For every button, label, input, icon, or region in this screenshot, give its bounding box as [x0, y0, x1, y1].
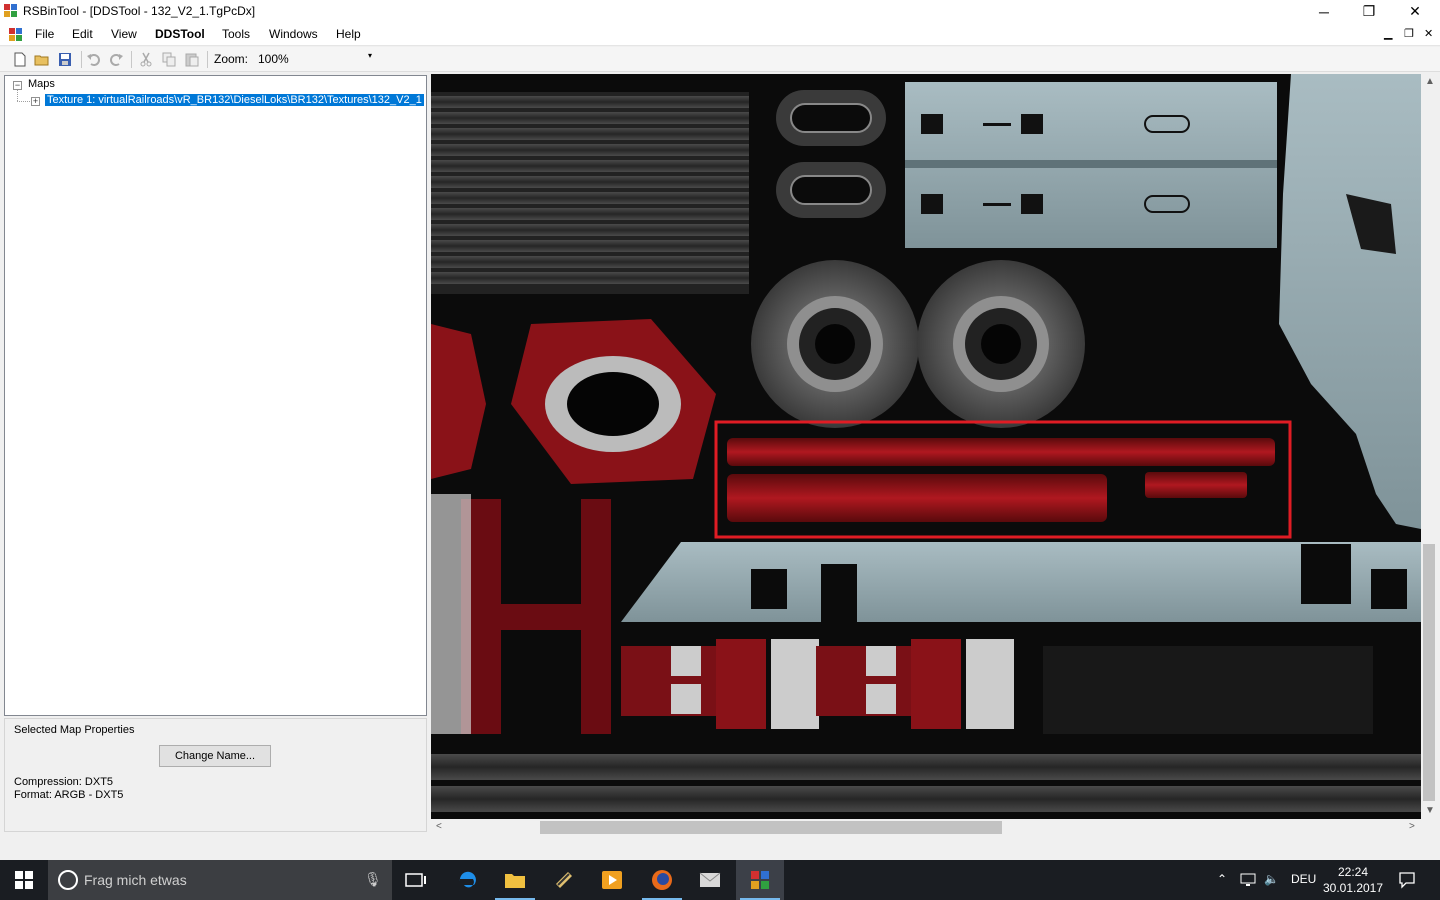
- search-box[interactable]: Frag mich etwas 🎙: [48, 860, 392, 900]
- tree-item-maps[interactable]: Maps: [28, 78, 55, 90]
- menu-bar: File Edit View DDSTool Tools Windows Hel…: [0, 23, 1440, 46]
- toolbar-separator: [131, 51, 132, 68]
- scroll-right-icon[interactable]: >: [1409, 821, 1415, 832]
- scroll-left-icon[interactable]: <: [436, 821, 442, 832]
- compression-label: Compression: DXT5: [14, 776, 114, 788]
- window-title: RSBinTool - [DDSTool - 132_V2_1.TgPcDx]: [23, 4, 256, 18]
- tree-connector: [17, 101, 32, 102]
- new-file-icon[interactable]: [12, 52, 28, 67]
- clock[interactable]: 22:24 30.01.2017: [1320, 864, 1386, 896]
- toolbar-separator: [207, 51, 208, 68]
- change-name-button[interactable]: Change Name...: [159, 745, 271, 767]
- minimize-button[interactable]: ─: [1301, 0, 1347, 23]
- start-button[interactable]: [0, 860, 48, 900]
- microphone-icon[interactable]: 🎙: [364, 871, 382, 888]
- cortana-icon: [58, 870, 78, 890]
- texture-image: [431, 74, 1421, 819]
- properties-legend: Selected Map Properties: [14, 724, 135, 736]
- search-placeholder: Frag mich etwas: [84, 872, 187, 888]
- status-bar: [0, 837, 1440, 860]
- language-indicator[interactable]: DEU: [1291, 872, 1316, 886]
- menu-windows[interactable]: Windows: [269, 27, 318, 41]
- maps-tree[interactable]: − Maps + Texture 1: virtualRailroads\vR_…: [4, 75, 427, 716]
- menu-view[interactable]: View: [111, 27, 137, 41]
- format-label: Format: ARGB - DXT5: [14, 789, 124, 801]
- cut-icon[interactable]: [138, 52, 154, 67]
- windows-icon: [15, 871, 33, 889]
- file-explorer-icon[interactable]: [491, 860, 539, 900]
- menu-tools[interactable]: Tools: [222, 27, 250, 41]
- scroll-up-icon[interactable]: ▲: [1425, 76, 1435, 87]
- maximize-button[interactable]: ❐: [1346, 0, 1392, 23]
- close-button[interactable]: ✕: [1392, 0, 1438, 23]
- menu-file[interactable]: File: [35, 27, 54, 41]
- task-view-icon[interactable]: [392, 860, 440, 900]
- app-icon: [4, 4, 17, 17]
- mail-icon[interactable]: [686, 860, 734, 900]
- toolbar: Zoom: 100% ▾: [0, 47, 1440, 72]
- tree-item-texture[interactable]: Texture 1: virtualRailroads\vR_BR132\Die…: [44, 93, 425, 107]
- mdi-close-button[interactable]: ✕: [1424, 27, 1433, 40]
- brake-blocks: [621, 639, 1014, 729]
- zoom-dropdown[interactable]: 100% ▾: [254, 50, 376, 69]
- taskbar: Frag mich etwas 🎙 ⌃ 🔈 DEU 22:24 30.01.20…: [0, 860, 1440, 900]
- vertical-scroll-thumb[interactable]: [1423, 544, 1435, 801]
- menu-ddstool[interactable]: DDSTool: [155, 27, 205, 41]
- undo-icon[interactable]: [86, 52, 102, 67]
- app-icon[interactable]: [540, 860, 588, 900]
- media-player-icon[interactable]: [588, 860, 636, 900]
- chevron-up-icon[interactable]: ⌃: [1217, 872, 1227, 886]
- volume-icon[interactable]: 🔈: [1264, 872, 1279, 886]
- vertical-scrollbar[interactable]: ▲ ▼: [1421, 74, 1438, 819]
- texture-viewport[interactable]: [431, 74, 1421, 819]
- collapse-icon[interactable]: −: [13, 81, 22, 90]
- ribbed-panel: [431, 92, 749, 294]
- selected-map-properties: Selected Map Properties Change Name... C…: [4, 718, 427, 832]
- tree-connector: [17, 90, 18, 101]
- rsbintool-icon[interactable]: [736, 860, 784, 900]
- firefox-icon[interactable]: [638, 860, 686, 900]
- zoom-label: Zoom:: [214, 52, 249, 66]
- toolbar-separator: [81, 51, 82, 68]
- open-folder-icon[interactable]: [34, 52, 50, 67]
- paste-icon[interactable]: [184, 52, 200, 67]
- save-icon[interactable]: [57, 52, 73, 67]
- notification-icon[interactable]: [1398, 871, 1416, 889]
- expand-icon[interactable]: +: [31, 97, 40, 106]
- zoom-value: 100%: [258, 52, 289, 66]
- horizontal-scrollbar[interactable]: < >: [431, 819, 1421, 836]
- horizontal-scroll-thumb[interactable]: [540, 821, 1002, 834]
- clock-date: 30.01.2017: [1322, 881, 1384, 895]
- clock-time: 22:24: [1337, 865, 1369, 879]
- mdi-child-icon[interactable]: [9, 28, 23, 41]
- copy-icon[interactable]: [161, 52, 177, 67]
- redo-icon[interactable]: [108, 52, 124, 67]
- mdi-minimize-button[interactable]: ▁: [1384, 27, 1392, 40]
- menu-help[interactable]: Help: [336, 27, 361, 41]
- chevron-down-icon[interactable]: ▾: [368, 51, 372, 60]
- menu-edit[interactable]: Edit: [72, 27, 93, 41]
- network-icon[interactable]: [1240, 873, 1258, 887]
- scroll-down-icon[interactable]: ▼: [1425, 805, 1435, 816]
- edge-icon[interactable]: [443, 860, 491, 900]
- mdi-restore-button[interactable]: ❐: [1404, 27, 1414, 40]
- title-bar: RSBinTool - [DDSTool - 132_V2_1.TgPcDx] …: [0, 0, 1440, 23]
